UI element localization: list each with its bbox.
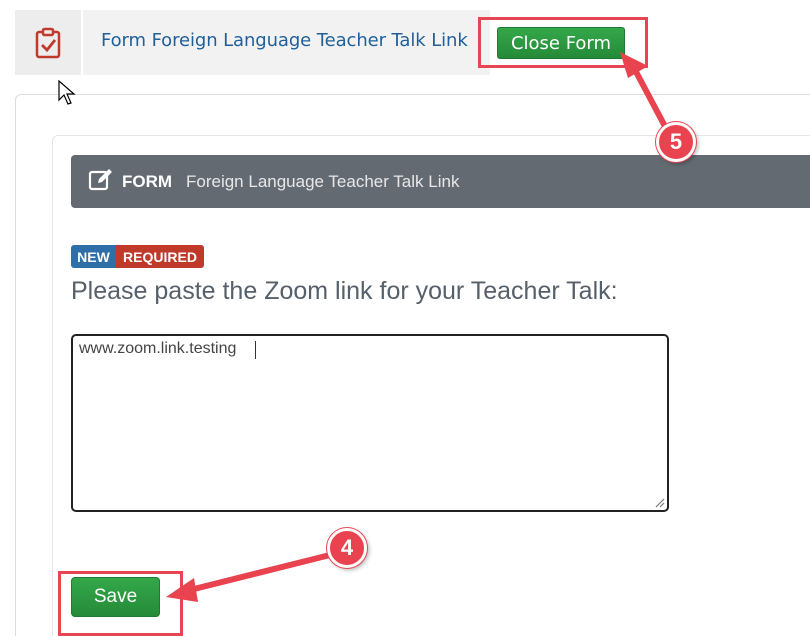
- new-badge: NEW: [71, 245, 116, 268]
- form-header-bar: FORM Foreign Language Teacher Talk Link: [71, 155, 810, 208]
- form-label: FORM: [122, 172, 173, 191]
- required-badge: REQUIRED: [116, 245, 204, 268]
- zoom-link-textarea[interactable]: www.zoom.link.testing: [71, 334, 669, 512]
- form-name: Foreign Language Teacher Talk Link: [186, 172, 460, 191]
- text-caret: [255, 341, 256, 359]
- close-form-highlight: [478, 17, 648, 68]
- form-title-link[interactable]: Form Foreign Language Teacher Talk Link: [101, 30, 468, 51]
- save-highlight: [58, 571, 183, 636]
- step-5-marker: 5: [656, 122, 696, 162]
- form-tab-icon-cell: [15, 10, 81, 75]
- question-label: Please paste the Zoom link for your Teac…: [71, 277, 618, 305]
- edit-icon: [88, 169, 112, 191]
- step-4-marker: 4: [327, 528, 367, 568]
- mouse-cursor-icon: [58, 80, 76, 105]
- resize-handle-icon[interactable]: [653, 496, 665, 508]
- clipboard-check-icon: [35, 27, 61, 58]
- zoom-link-value: www.zoom.link.testing: [79, 340, 237, 357]
